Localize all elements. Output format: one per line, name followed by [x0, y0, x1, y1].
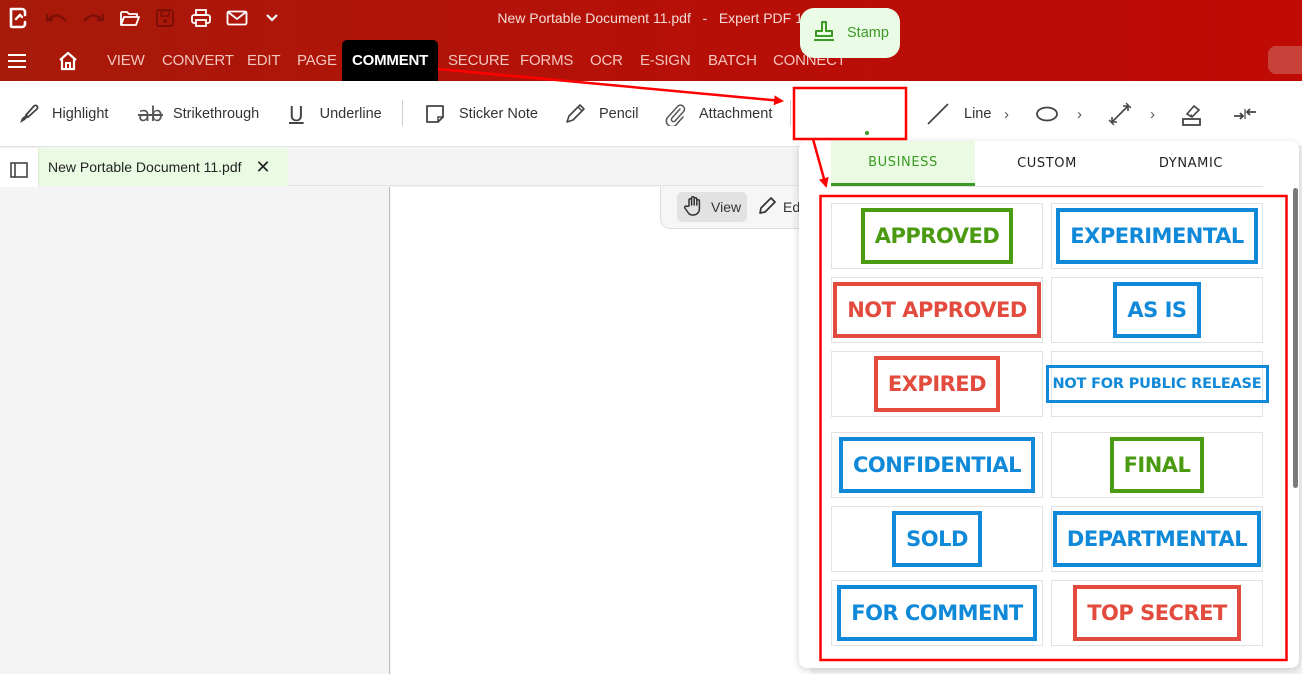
tab-secure[interactable]: SECURE — [448, 40, 510, 81]
sticker-note-button[interactable]: Sticker Note — [425, 81, 538, 147]
tab-e-sign[interactable]: E-SIGN — [640, 40, 691, 81]
stamp-label: EXPERIMENTAL — [1056, 208, 1258, 264]
toolbar-divider — [402, 100, 403, 126]
stamp-option[interactable]: TOP SECRET — [1051, 580, 1263, 646]
strikethrough-button[interactable]: ab Strikethrough — [138, 81, 259, 147]
pdf-page[interactable] — [391, 187, 811, 674]
collapse-arrows-icon — [1233, 105, 1257, 123]
tab-view[interactable]: VIEW — [107, 40, 145, 81]
edit-mode-button[interactable]: Ed — [757, 192, 800, 222]
tab-page[interactable]: PAGE — [297, 40, 337, 81]
window-title: New Portable Document 11.pdf - Expert PD… — [497, 10, 811, 26]
sticker-note-label: Sticker Note — [459, 106, 538, 122]
stamp-label: AS IS — [1113, 282, 1201, 338]
stamp-label: DEPARTMENTAL — [1052, 511, 1262, 567]
ellipse-icon — [1035, 105, 1059, 123]
stamp-label: APPROVED — [860, 208, 1014, 264]
stamp-option[interactable]: DEPARTMENTAL — [1051, 506, 1263, 572]
measure-options-chevron-icon[interactable]: › — [1150, 81, 1155, 147]
stamp-option[interactable]: EXPIRED — [831, 351, 1043, 417]
stamp-label: SOLD — [892, 511, 982, 567]
attachment-button[interactable]: Attachment — [663, 81, 772, 147]
stamp-label: Stamp — [847, 25, 889, 41]
stamp-option[interactable]: APPROVED — [831, 203, 1043, 269]
stamp-label: TOP SECRET — [1073, 585, 1241, 641]
eraser-button[interactable] — [1181, 81, 1203, 147]
highlight-button[interactable]: Highlight — [18, 81, 108, 147]
title-bar: New Portable Document 11.pdf - Expert PD… — [0, 0, 1302, 40]
hamburger-menu-icon[interactable] — [6, 49, 28, 73]
paperclip-icon — [663, 102, 687, 126]
tab-batch[interactable]: BATCH — [708, 40, 757, 81]
hand-icon — [683, 195, 705, 220]
stamp-option[interactable]: FOR COMMENT — [831, 580, 1043, 646]
stamp-label: NOT FOR PUBLIC RELEASE — [1045, 365, 1269, 403]
stamp-option[interactable]: EXPERIMENTAL — [1051, 203, 1263, 269]
stamp-label: FINAL — [1109, 437, 1205, 493]
eraser-icon — [1181, 102, 1203, 126]
collapse-toolbar-button[interactable] — [1233, 81, 1257, 147]
stamp-active-indicator — [865, 131, 869, 135]
strikethrough-icon: ab — [138, 102, 163, 126]
expert-pdf-window: New Portable Document 11.pdf - Expert PD… — [0, 0, 1302, 674]
stamp-option[interactable]: NOT APPROVED — [831, 277, 1043, 343]
shape-options-chevron-icon[interactable]: › — [1077, 81, 1082, 147]
attachment-label: Attachment — [699, 106, 773, 122]
underline-label: Underline — [319, 106, 382, 122]
measure-button[interactable] — [1107, 81, 1133, 147]
stamp-button[interactable]: Stamp — [800, 8, 900, 58]
stamp-option[interactable]: SOLD — [831, 506, 1043, 572]
stamp-label: NOT APPROVED — [833, 282, 1041, 338]
strikethrough-label: Strikethrough — [172, 106, 260, 122]
line-button[interactable]: Line — [926, 81, 991, 147]
underline-button[interactable]: U Underline — [289, 81, 382, 147]
stamp-tab-dynamic[interactable]: DYNAMIC — [1119, 141, 1263, 186]
tab-divider — [831, 186, 1263, 187]
tab-comment[interactable]: COMMENT — [342, 40, 439, 81]
underline-icon: U — [289, 102, 304, 126]
toggle-sidebar-icon[interactable] — [9, 160, 29, 180]
tab-edit[interactable]: EDIT — [247, 40, 281, 81]
stamp-option[interactable]: FINAL — [1051, 432, 1263, 498]
home-icon[interactable] — [56, 49, 80, 73]
line-label: Line — [964, 106, 992, 122]
stamp-tab-custom[interactable]: CUSTOM — [975, 141, 1119, 186]
document-canvas-background — [0, 187, 390, 674]
ellipse-button[interactable] — [1035, 81, 1059, 147]
highlight-label: Highlight — [52, 106, 109, 122]
ribbon-tab-bar: VIEW CONVERT EDIT PAGE COMMENT SECURE FO… — [0, 40, 1302, 81]
tab-forms[interactable]: FORMS — [520, 40, 573, 81]
tab-convert[interactable]: CONVERT — [162, 40, 234, 81]
stamp-label: CONFIDENTIAL — [838, 437, 1036, 493]
pencil-button[interactable]: Pencil — [563, 81, 639, 147]
measure-arrow-icon — [1107, 101, 1133, 127]
view-label: View — [711, 199, 742, 215]
highlighter-icon — [18, 103, 42, 125]
search-box[interactable] — [1268, 46, 1302, 74]
tab-ocr[interactable]: OCR — [590, 40, 623, 81]
stamp-panel-scrollbar[interactable] — [1293, 188, 1298, 488]
view-mode-button[interactable]: View — [677, 192, 747, 222]
pencil-label: Pencil — [599, 106, 639, 122]
stamp-label: EXPIRED — [873, 356, 1001, 412]
stamp-gallery-panel: BUSINESS CUSTOM DYNAMIC APPROVED EXPERIME… — [799, 141, 1299, 668]
comment-toolbar: Highlight ab Strikethrough U Underline S… — [0, 81, 1302, 147]
toolbar-divider — [790, 100, 791, 126]
stamp-tab-business[interactable]: BUSINESS — [831, 141, 975, 186]
stamp-option[interactable]: CONFIDENTIAL — [831, 432, 1043, 498]
line-icon — [926, 102, 950, 126]
document-tab[interactable]: New Portable Document 11.pdf ✕ — [38, 148, 288, 186]
stamp-option[interactable]: NOT FOR PUBLIC RELEASE — [1045, 351, 1269, 417]
pencil-icon — [563, 102, 587, 126]
stamp-label: FOR COMMENT — [837, 585, 1037, 641]
document-tab-name: New Portable Document 11.pdf — [48, 159, 242, 175]
edit-pencil-icon — [757, 196, 777, 219]
edit-label: Ed — [783, 199, 801, 215]
sticky-note-icon — [425, 104, 445, 124]
close-tab-icon[interactable]: ✕ — [256, 157, 271, 178]
stamp-icon — [813, 19, 835, 47]
stamp-option[interactable]: AS IS — [1051, 277, 1263, 343]
line-options-chevron-icon[interactable]: › — [1004, 81, 1009, 147]
